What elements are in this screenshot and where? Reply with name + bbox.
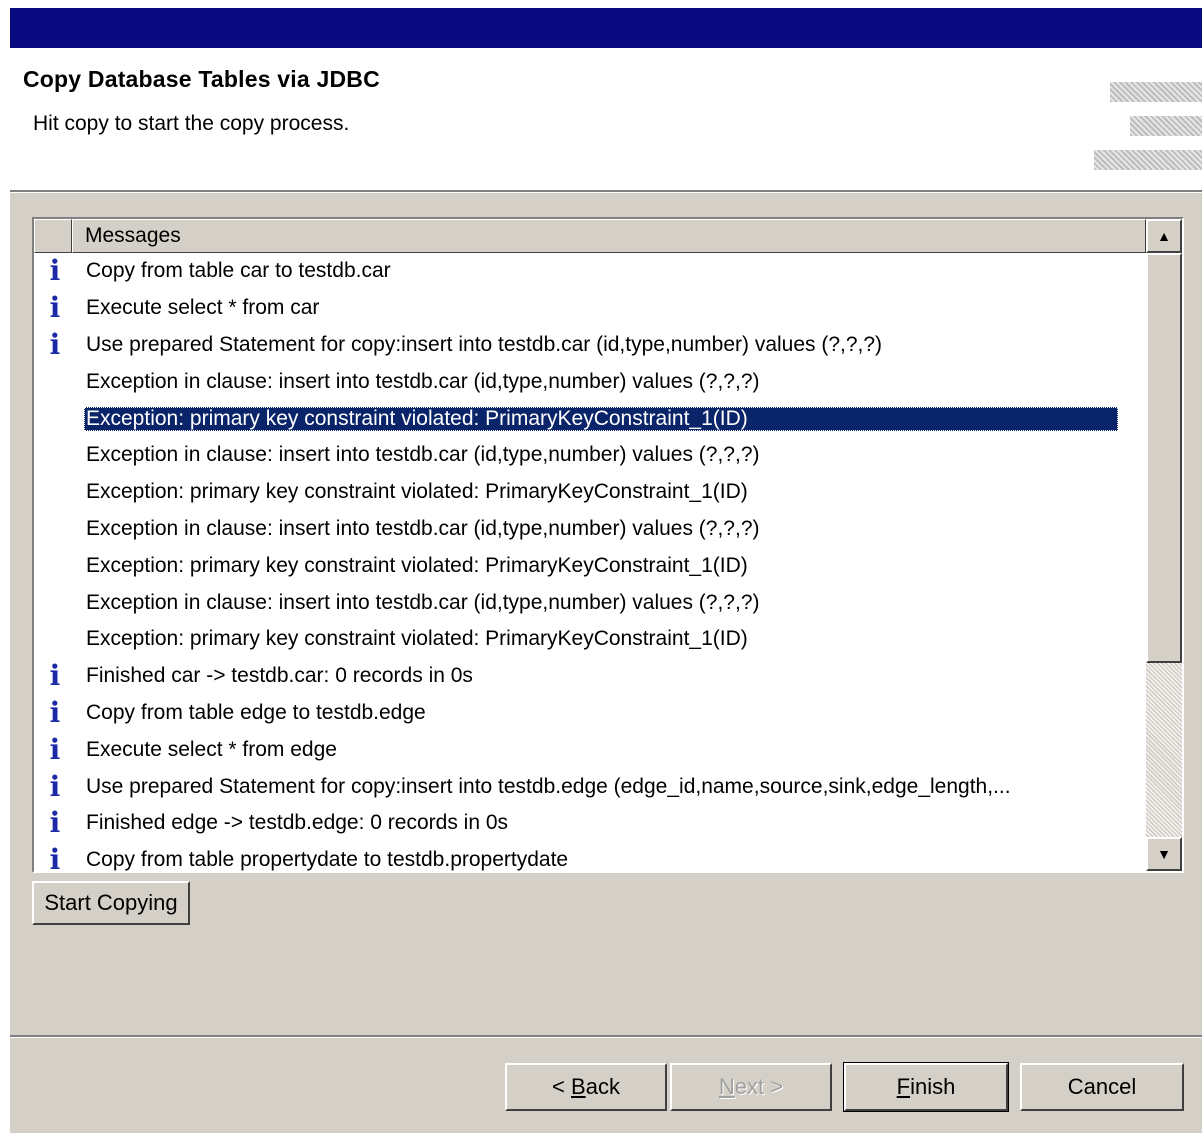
back-button-mnemonic: B (571, 1074, 586, 1099)
message-text: Copy from table propertydate to testdb.p… (86, 848, 569, 872)
message-row[interactable]: Exception: primary key constraint violat… (34, 547, 1146, 584)
message-row[interactable]: Exception in clause: insert into testdb.… (34, 511, 1146, 548)
banner-stripe (1110, 82, 1202, 102)
finish-button-label: inish (910, 1074, 956, 1099)
message-row[interactable]: Exception in clause: insert into testdb.… (34, 584, 1146, 621)
message-text: Finished car -> testdb.car: 0 records in… (86, 664, 473, 688)
vertical-scrollbar[interactable]: ▲ ▼ (1146, 219, 1182, 871)
message-row[interactable]: i Execute select * from edge (34, 731, 1146, 768)
message-text: Execute select * from edge (86, 737, 337, 761)
info-icon: i (49, 659, 61, 693)
message-text: Exception: primary key constraint violat… (86, 553, 748, 577)
wizard-body: Messages i Copy from table car to testdb.… (10, 193, 1202, 1133)
error-icon (41, 441, 69, 469)
message-row[interactable]: i Use prepared Statement for copy:insert … (34, 327, 1146, 364)
next-button[interactable]: Next > (670, 1063, 832, 1111)
error-icon (41, 625, 69, 653)
footer-divider (10, 1035, 1202, 1038)
message-row[interactable]: i Finished edge -> testdb.edge: 0 records… (34, 805, 1146, 842)
error-icon (41, 368, 69, 396)
message-text: Exception in clause: insert into testdb.… (86, 516, 760, 540)
page-title: Copy Database Tables via JDBC (23, 66, 380, 92)
info-icon: i (49, 806, 61, 840)
scroll-down-button[interactable]: ▼ (1146, 837, 1182, 871)
message-text: Finished edge -> testdb.edge: 0 records … (86, 811, 509, 835)
info-icon: i (49, 695, 61, 729)
message-row[interactable]: Exception: primary key constraint violat… (34, 621, 1146, 658)
message-text: Exception: primary key constraint violat… (86, 480, 748, 504)
back-button-label: ack (585, 1074, 620, 1099)
message-row[interactable]: i Copy from table propertydate to testdb.… (34, 842, 1146, 873)
error-icon (41, 552, 69, 580)
message-text: Exception in clause: insert into testdb.… (86, 369, 760, 393)
message-text: Exception: primary key constraint violat… (86, 627, 748, 651)
message-row[interactable]: Exception: primary key constraint violat… (34, 400, 1146, 437)
message-row[interactable]: i Finished car -> testdb.car: 0 records i… (34, 658, 1146, 695)
next-button-label: ext > (734, 1074, 784, 1099)
info-icon: i (49, 327, 61, 361)
wizard-header: Copy Database Tables via JDBC Hit copy t… (10, 48, 1202, 190)
page-description: Hit copy to start the copy process. (33, 112, 350, 135)
error-icon (41, 405, 69, 433)
message-text: Exception in clause: insert into testdb.… (86, 590, 760, 614)
banner-stripe (1094, 150, 1202, 170)
messages-column-header[interactable]: Messages (72, 219, 1146, 253)
cancel-button[interactable]: Cancel (1020, 1063, 1184, 1111)
message-row[interactable]: Exception: primary key constraint violat… (34, 474, 1146, 511)
wizard-banner-graphic (1052, 48, 1202, 190)
arrow-down-icon: ▼ (1157, 846, 1171, 862)
back-button[interactable]: < Back (505, 1063, 667, 1111)
message-text: Exception in clause: insert into testdb.… (86, 443, 760, 467)
message-row[interactable]: i Use prepared Statement for copy:insert … (34, 768, 1146, 805)
message-row[interactable]: Exception in clause: insert into testdb.… (34, 437, 1146, 474)
start-copying-button[interactable]: Start Copying (32, 881, 190, 925)
finish-button-mnemonic: F (896, 1074, 911, 1099)
info-icon: i (49, 769, 61, 803)
message-row[interactable]: Exception in clause: insert into testdb.… (34, 363, 1146, 400)
message-text: Execute select * from car (86, 296, 320, 320)
info-icon: i (49, 291, 61, 325)
message-text: Use prepared Statement for copy:insert i… (86, 332, 883, 356)
messages-list-header: Messages (34, 219, 1146, 253)
scroll-up-button[interactable]: ▲ (1146, 219, 1182, 253)
window-title-bar[interactable] (10, 8, 1202, 48)
message-text: Use prepared Statement for copy:insert i… (86, 774, 1011, 798)
error-icon (41, 515, 69, 543)
message-row[interactable]: i Execute select * from car (34, 290, 1146, 327)
message-row[interactable]: i Copy from table car to testdb.car (34, 253, 1146, 290)
info-icon: i (49, 732, 61, 766)
banner-stripe (1130, 116, 1202, 136)
arrow-up-icon: ▲ (1157, 228, 1171, 244)
finish-button[interactable]: Finish (843, 1062, 1009, 1112)
info-icon: i (49, 843, 61, 873)
error-icon (41, 478, 69, 506)
error-icon (41, 589, 69, 617)
message-text: Copy from table car to testdb.car (86, 259, 391, 283)
message-text: Copy from table edge to testdb.edge (86, 700, 426, 724)
messages-rows: i Copy from table car to testdb.car i Execu… (34, 253, 1146, 873)
icon-column-header[interactable] (34, 219, 72, 253)
messages-list[interactable]: Messages i Copy from table car to testdb.… (32, 217, 1184, 873)
next-button-mnemonic: N (718, 1074, 735, 1099)
scrollbar-thumb[interactable] (1146, 253, 1182, 663)
message-text: Exception: primary key constraint violat… (84, 406, 1118, 431)
back-button-prefix: < (552, 1074, 572, 1099)
info-icon: i (49, 254, 61, 288)
message-row[interactable]: i Copy from table edge to testdb.edge (34, 695, 1146, 732)
